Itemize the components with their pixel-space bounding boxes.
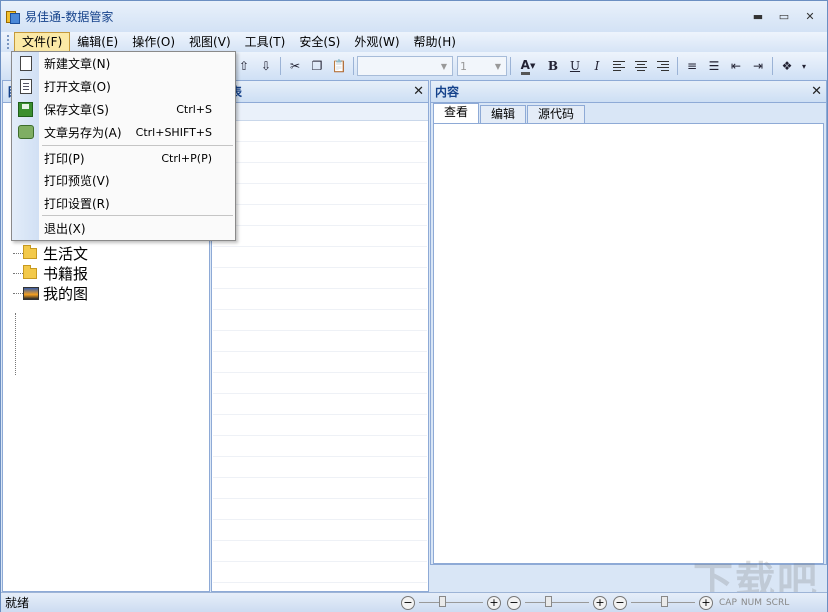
menu-save-as[interactable]: 文章另存为(A) Ctrl+SHIFT+S bbox=[12, 121, 235, 143]
menu-operate[interactable]: 操作(O) bbox=[125, 32, 182, 52]
scroll-indicator: SCRL bbox=[765, 597, 790, 608]
zoom-out-icon[interactable]: − bbox=[507, 595, 521, 610]
menu-print-preview[interactable]: 打印预览(V) bbox=[12, 169, 235, 191]
underline-icon[interactable]: U bbox=[564, 55, 586, 77]
grip-handle[interactable] bbox=[7, 35, 10, 49]
menu-open-article[interactable]: 打开文章(O) bbox=[12, 75, 235, 97]
content-tabs: 查看 编辑 源代码 bbox=[433, 103, 586, 123]
title-bar: 易佳通-数据管家 ▬ ▭ ✕ bbox=[1, 1, 827, 32]
zoom-slider-3[interactable]: − + bbox=[613, 595, 713, 611]
zoom-out-icon[interactable]: − bbox=[401, 595, 415, 610]
move-up-icon[interactable]: ⇧ bbox=[233, 55, 255, 77]
toolbar-overflow-icon[interactable]: ▾ bbox=[798, 55, 810, 77]
folder-icon bbox=[23, 244, 37, 259]
open-document-icon bbox=[19, 78, 32, 94]
menu-tools[interactable]: 工具(T) bbox=[238, 32, 293, 52]
zoom-slider-2[interactable]: − + bbox=[507, 595, 607, 611]
align-right-icon[interactable] bbox=[652, 55, 674, 77]
align-left-icon[interactable] bbox=[608, 55, 630, 77]
bullet-list-icon[interactable]: ☰ bbox=[703, 55, 725, 77]
status-bar: 就绪 − + − + − + CAP NUM SCRL bbox=[1, 592, 827, 612]
image-icon bbox=[23, 286, 39, 300]
menu-file[interactable]: 文件(F) bbox=[14, 32, 71, 52]
maximize-icon[interactable]: ▭ bbox=[773, 7, 795, 25]
article-list-header: 表 ✕ bbox=[212, 81, 428, 103]
app-window: 易佳通-数据管家 ▬ ▭ ✕ 文件(F) 编辑(E) 操作(O) 视图(V) 工… bbox=[0, 0, 828, 612]
menu-save-article[interactable]: 保存文章(S) Ctrl+S bbox=[12, 98, 235, 120]
menu-bar: 文件(F) 编辑(E) 操作(O) 视图(V) 工具(T) 安全(S) 外观(W… bbox=[1, 32, 827, 52]
directory-tree: 生活文 书籍报 我的图 bbox=[13, 243, 88, 303]
tree-item-books[interactable]: 书籍报 bbox=[13, 263, 88, 283]
window-title: 易佳通-数据管家 bbox=[25, 10, 114, 24]
file-menu-dropdown: 新建文章(N) 打开文章(O) 保存文章(S) Ctrl+S 文章另存为(A) Ct… bbox=[11, 51, 236, 241]
status-text: 就绪 bbox=[5, 596, 30, 610]
align-center-icon[interactable] bbox=[630, 55, 652, 77]
num-indicator: NUM bbox=[740, 597, 762, 608]
folder-icon bbox=[23, 264, 37, 279]
close-icon[interactable]: ✕ bbox=[811, 81, 822, 103]
article-list bbox=[213, 121, 427, 591]
paste-icon[interactable]: 📋 bbox=[328, 55, 350, 77]
tree-item-life[interactable]: 生活文 bbox=[13, 243, 88, 263]
menu-edit[interactable]: 编辑(E) bbox=[70, 32, 125, 52]
numbered-list-icon[interactable]: ≡ bbox=[681, 55, 703, 77]
zoom-in-icon[interactable]: + bbox=[487, 595, 501, 610]
cut-icon[interactable]: ✂ bbox=[284, 55, 306, 77]
menu-new-article[interactable]: 新建文章(N) bbox=[12, 52, 235, 74]
tab-edit[interactable]: 编辑 bbox=[480, 105, 527, 123]
tab-source[interactable]: 源代码 bbox=[527, 105, 586, 123]
save-icon bbox=[18, 101, 33, 117]
close-icon[interactable]: ✕ bbox=[413, 81, 424, 103]
caps-indicator: CAP bbox=[719, 597, 737, 608]
menu-help[interactable]: 帮助(H) bbox=[407, 32, 463, 52]
content-panel-header: 内容 ✕ bbox=[431, 81, 826, 103]
new-document-icon bbox=[19, 55, 32, 71]
font-color-icon[interactable]: A ▼ bbox=[514, 55, 542, 77]
save-as-icon bbox=[17, 125, 34, 139]
font-size-select[interactable]: 1 ▼ bbox=[457, 56, 507, 76]
font-name-select[interactable]: ▼ bbox=[357, 56, 453, 76]
zoom-slider-1[interactable]: − + bbox=[401, 595, 501, 611]
copy-icon[interactable]: ❐ bbox=[306, 55, 328, 77]
tab-view[interactable]: 查看 bbox=[433, 103, 480, 123]
close-icon[interactable]: ✕ bbox=[799, 7, 821, 25]
bold-icon[interactable]: B bbox=[542, 55, 564, 77]
move-down-icon[interactable]: ⇩ bbox=[255, 55, 277, 77]
menu-security[interactable]: 安全(S) bbox=[292, 32, 347, 52]
menu-appearance[interactable]: 外观(W) bbox=[347, 32, 406, 52]
menu-view[interactable]: 视图(V) bbox=[182, 32, 238, 52]
content-panel: 内容 ✕ 查看 编辑 源代码 bbox=[430, 80, 827, 565]
menu-print[interactable]: 打印(P) Ctrl+P(P) bbox=[12, 147, 235, 169]
insert-icon[interactable]: ❖ bbox=[776, 55, 798, 77]
zoom-in-icon[interactable]: + bbox=[593, 595, 607, 610]
menu-print-settings[interactable]: 打印设置(R) bbox=[12, 192, 235, 214]
zoom-in-icon[interactable]: + bbox=[699, 595, 713, 610]
article-list-panel: 表 ✕ bbox=[211, 80, 429, 592]
content-view-area[interactable] bbox=[433, 123, 824, 564]
indent-icon[interactable]: ⇥ bbox=[747, 55, 769, 77]
app-icon bbox=[5, 9, 21, 25]
minimize-icon[interactable]: ▬ bbox=[747, 7, 769, 25]
zoom-out-icon[interactable]: − bbox=[613, 595, 627, 610]
menu-exit[interactable]: 退出(X) bbox=[12, 217, 235, 239]
tree-item-pictures[interactable]: 我的图 bbox=[13, 283, 88, 303]
italic-icon[interactable]: I bbox=[586, 55, 608, 77]
outdent-icon[interactable]: ⇤ bbox=[725, 55, 747, 77]
